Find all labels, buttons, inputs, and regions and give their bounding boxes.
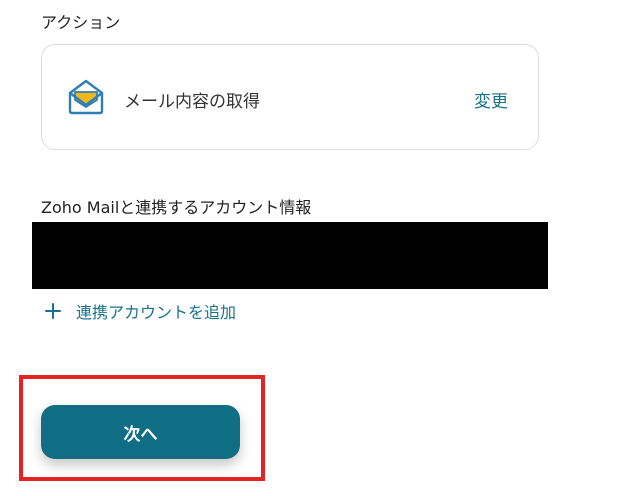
account-section-label: Zoho Mailと連携するアカウント情報 [41,198,312,217]
action-card[interactable]: メール内容の取得 変更 [41,44,539,150]
add-account-link[interactable]: 連携アカウントを追加 [44,298,236,324]
change-link[interactable]: 変更 [474,87,508,112]
plus-icon [44,302,62,320]
page: アクション メール内容の取得 変更 Zoho Mailと連携するアカウント情報 … [0,0,619,496]
add-account-label: 連携アカウントを追加 [76,303,237,322]
action-section-label: アクション [41,13,121,32]
action-title: メール内容の取得 [124,92,260,112]
next-button[interactable]: 次へ [41,405,240,459]
zoho-mail-icon [66,77,106,117]
redacted-account-info [32,222,548,289]
